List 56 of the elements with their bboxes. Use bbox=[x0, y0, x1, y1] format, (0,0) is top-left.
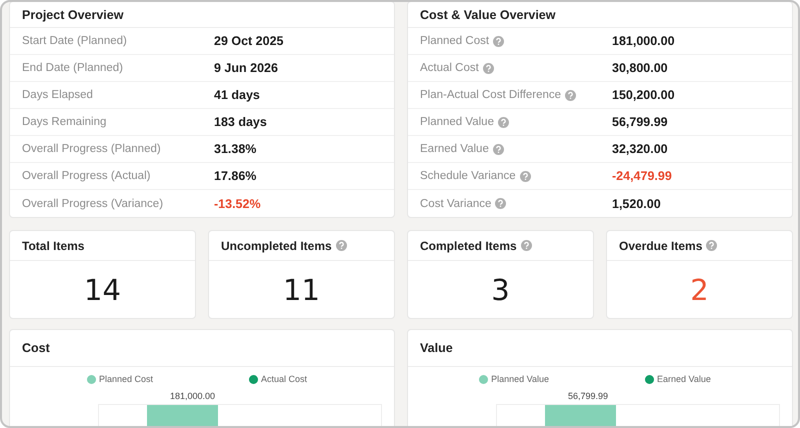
field-value: 32,320.00 bbox=[612, 142, 669, 156]
field-label: Plan-Actual Cost Difference bbox=[420, 89, 562, 101]
field-label: Overall Progress (Planned) bbox=[22, 143, 161, 155]
field-label: Days Remaining bbox=[22, 116, 106, 128]
field-value: 31.38% bbox=[214, 142, 258, 156]
item-count: 11 bbox=[283, 272, 320, 306]
bar-value-label: 181,000.00 bbox=[170, 391, 216, 401]
card-title: Cost & Value Overview bbox=[420, 8, 556, 22]
legend-label[interactable]: Actual Cost bbox=[261, 374, 308, 384]
item-count: 14 bbox=[84, 272, 121, 306]
field-value: 29 Oct 2025 bbox=[214, 34, 284, 48]
field-label: Earned Value bbox=[420, 143, 489, 155]
field-value: 183 days bbox=[214, 115, 268, 129]
item-count: 3 bbox=[491, 272, 510, 306]
help-icon[interactable] bbox=[492, 144, 504, 154]
card-title: Overdue Items bbox=[619, 238, 702, 252]
field-label: Overall Progress (Variance) bbox=[22, 198, 164, 210]
field-label: Cost Variance bbox=[420, 198, 492, 210]
field-value: 181,000.00 bbox=[612, 34, 676, 48]
card-title: Total Items bbox=[22, 238, 84, 252]
help-icon[interactable] bbox=[336, 240, 347, 251]
chart-title: Cost bbox=[22, 341, 50, 355]
field-value: 150,200.00 bbox=[612, 88, 676, 102]
card-title: Completed Items bbox=[420, 238, 517, 252]
field-value: 17.86% bbox=[214, 169, 258, 183]
field-label: End Date (Planned) bbox=[22, 62, 124, 74]
field-value: 1,520.00 bbox=[612, 196, 662, 210]
legend-label[interactable]: Earned Value bbox=[657, 374, 711, 384]
field-value: 9 Jun 2026 bbox=[214, 61, 279, 75]
field-value: -24,479.99 bbox=[612, 169, 673, 183]
item-count: 2 bbox=[690, 272, 709, 306]
chart-title: Value bbox=[420, 341, 453, 355]
field-label: Start Date (Planned) bbox=[22, 35, 127, 47]
legend-label[interactable]: Planned Cost bbox=[98, 374, 153, 384]
card-title: Project Overview bbox=[22, 8, 124, 22]
help-icon[interactable] bbox=[565, 90, 576, 100]
help-icon[interactable] bbox=[706, 240, 718, 251]
field-value: 41 days bbox=[214, 88, 261, 102]
help-icon[interactable] bbox=[498, 116, 509, 128]
help-icon[interactable] bbox=[520, 240, 532, 251]
help-icon[interactable] bbox=[482, 62, 494, 74]
card-title: Uncompleted Items bbox=[221, 238, 332, 252]
field-label: Actual Cost bbox=[420, 62, 479, 74]
help-icon[interactable] bbox=[495, 198, 506, 209]
field-label: Overall Progress (Actual) bbox=[22, 170, 150, 182]
field-value: 56,799.99 bbox=[612, 115, 669, 129]
help-icon[interactable] bbox=[493, 36, 504, 46]
bar-value-label: 56,799.99 bbox=[568, 391, 610, 401]
field-value: -13.52% bbox=[214, 196, 262, 210]
field-label: Planned Value bbox=[420, 116, 494, 128]
field-label: Schedule Variance bbox=[420, 170, 516, 182]
help-icon[interactable] bbox=[520, 170, 531, 182]
field-label: Days Elapsed bbox=[22, 89, 93, 101]
field-value: 30,800.00 bbox=[612, 61, 669, 75]
legend-label[interactable]: Planned Value bbox=[491, 374, 549, 384]
field-label: Planned Cost bbox=[420, 35, 490, 47]
